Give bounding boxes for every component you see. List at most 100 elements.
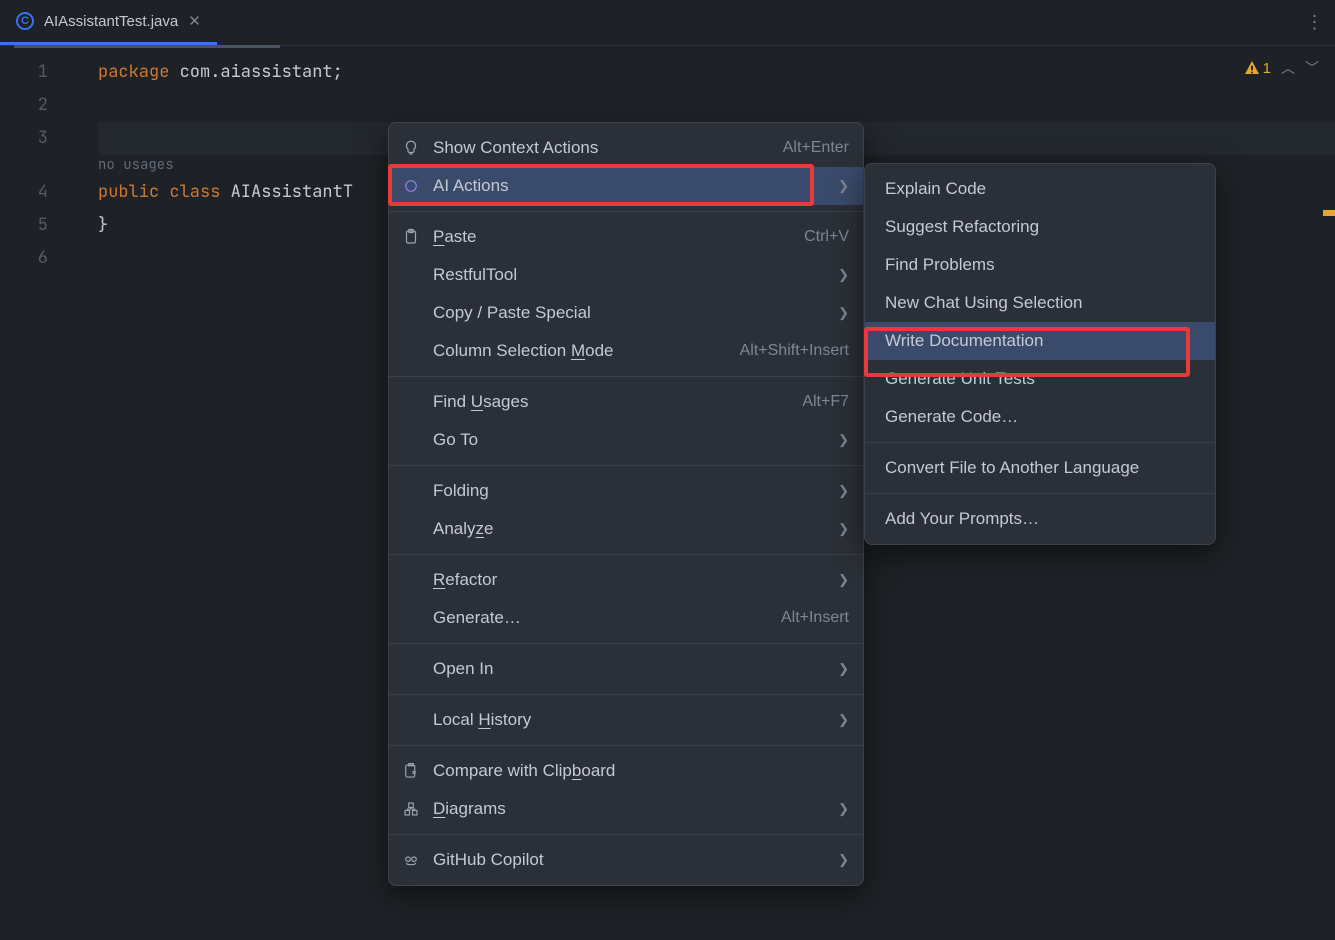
- submenu-item-add-your-prompts[interactable]: Add Your Prompts…: [865, 500, 1215, 538]
- chevron-right-icon: ❯: [838, 712, 849, 728]
- menu-item-restfultool[interactable]: RestfulTool ❯: [389, 256, 863, 294]
- chevron-right-icon: ❯: [838, 178, 849, 194]
- menu-separator: [865, 442, 1215, 443]
- menu-separator: [389, 554, 863, 555]
- menu-shortcut: Alt+Enter: [783, 139, 849, 157]
- submenu-item-label: Add Your Prompts…: [885, 509, 1201, 529]
- submenu-item-generate-code[interactable]: Generate Code…: [865, 398, 1215, 436]
- menu-shortcut: Alt+Insert: [781, 609, 849, 627]
- submenu-item-convert-file-to-another-language[interactable]: Convert File to Another Language: [865, 449, 1215, 487]
- close-icon[interactable]: ✕: [188, 12, 201, 30]
- line-number: 2: [0, 89, 98, 122]
- submenu-item-suggest-refactoring[interactable]: Suggest Refactoring: [865, 208, 1215, 246]
- menu-item-label: Go To: [433, 430, 818, 450]
- chevron-right-icon: ❯: [838, 661, 849, 677]
- submenu-item-new-chat-using-selection[interactable]: New Chat Using Selection: [865, 284, 1215, 322]
- submenu-item-generate-unit-tests[interactable]: Generate Unit Tests: [865, 360, 1215, 398]
- gutter: 1 2 3 4 5 6: [0, 46, 98, 940]
- chevron-right-icon: ❯: [838, 521, 849, 537]
- menu-item-label: Show Context Actions: [433, 138, 771, 158]
- chevron-right-icon: ❯: [838, 801, 849, 817]
- menu-separator: [865, 493, 1215, 494]
- menu-item-generate[interactable]: Generate… Alt+Insert: [389, 599, 863, 637]
- menu-separator: [389, 745, 863, 746]
- menu-item-paste[interactable]: Paste Ctrl+V: [389, 218, 863, 256]
- context-menu: Show Context Actions Alt+Enter AI Actions ❯…: [388, 122, 864, 886]
- tab-more-icon[interactable]: ⋮: [1295, 12, 1335, 33]
- paste-icon: [401, 228, 421, 246]
- submenu-item-find-problems[interactable]: Find Problems: [865, 246, 1215, 284]
- submenu-item-label: Suggest Refactoring: [885, 217, 1201, 237]
- menu-separator: [389, 465, 863, 466]
- menu-separator: [389, 211, 863, 212]
- menu-shortcut: Alt+F7: [802, 393, 849, 411]
- chevron-right-icon: ❯: [838, 483, 849, 499]
- editor-window: C AIAssistantTest.java ✕ ⋮ 1 ︿ ﹀ 1 2 3 4…: [0, 0, 1335, 940]
- diag-icon: [401, 800, 421, 818]
- menu-item-compare-with-clipboard[interactable]: Compare with Clipboard: [389, 752, 863, 790]
- submenu-item-label: New Chat Using Selection: [885, 293, 1201, 313]
- menu-item-local-history[interactable]: Local History ❯: [389, 701, 863, 739]
- menu-item-label: RestfulTool: [433, 265, 818, 285]
- menu-item-github-copilot[interactable]: GitHub Copilot ❯: [389, 841, 863, 879]
- menu-item-label: Generate…: [433, 608, 769, 628]
- ai-icon: [401, 177, 421, 195]
- menu-item-label: Find Usages: [433, 392, 790, 412]
- menu-item-copy-paste-special[interactable]: Copy / Paste Special ❯: [389, 294, 863, 332]
- tab-filename: AIAssistantTest.java: [44, 13, 178, 30]
- file-tab[interactable]: C AIAssistantTest.java ✕: [0, 0, 217, 45]
- menu-item-label: Column Selection Mode: [433, 341, 728, 361]
- menu-item-folding[interactable]: Folding ❯: [389, 472, 863, 510]
- menu-item-ai-actions[interactable]: AI Actions ❯: [389, 167, 863, 205]
- line-number: 6: [0, 242, 98, 275]
- submenu-item-label: Convert File to Another Language: [885, 458, 1201, 478]
- menu-item-show-context-actions[interactable]: Show Context Actions Alt+Enter: [389, 129, 863, 167]
- line-number: 3: [0, 122, 98, 155]
- menu-item-go-to[interactable]: Go To ❯: [389, 421, 863, 459]
- menu-item-label: Local History: [433, 710, 818, 730]
- line-number: 5: [0, 209, 98, 242]
- chevron-right-icon: ❯: [838, 572, 849, 588]
- menu-item-label: Paste: [433, 227, 792, 247]
- line-number: 4: [0, 176, 98, 209]
- menu-item-label: AI Actions: [433, 176, 818, 196]
- chevron-right-icon: ❯: [838, 305, 849, 321]
- menu-item-find-usages[interactable]: Find Usages Alt+F7: [389, 383, 863, 421]
- menu-item-open-in[interactable]: Open In ❯: [389, 650, 863, 688]
- chevron-right-icon: ❯: [838, 852, 849, 868]
- menu-item-label: Compare with Clipboard: [433, 761, 849, 781]
- submenu-item-label: Write Documentation: [885, 331, 1201, 351]
- clip-icon: [401, 762, 421, 780]
- menu-item-analyze[interactable]: Analyze ❯: [389, 510, 863, 548]
- ai-actions-submenu: Explain Code Suggest Refactoring Find Prob…: [864, 163, 1216, 545]
- menu-item-label: Open In: [433, 659, 818, 679]
- menu-separator: [389, 694, 863, 695]
- chevron-right-icon: ❯: [838, 267, 849, 283]
- menu-item-label: Refactor: [433, 570, 818, 590]
- submenu-item-explain-code[interactable]: Explain Code: [865, 170, 1215, 208]
- menu-item-label: Copy / Paste Special: [433, 303, 818, 323]
- menu-separator: [389, 376, 863, 377]
- menu-shortcut: Ctrl+V: [804, 228, 849, 246]
- menu-separator: [389, 643, 863, 644]
- submenu-item-label: Generate Code…: [885, 407, 1201, 427]
- menu-separator: [389, 834, 863, 835]
- submenu-item-label: Explain Code: [885, 179, 1201, 199]
- line-number: 1: [0, 56, 98, 89]
- submenu-item-label: Generate Unit Tests: [885, 369, 1201, 389]
- copilot-icon: [401, 851, 421, 869]
- menu-item-label: GitHub Copilot: [433, 850, 818, 870]
- menu-item-column-selection-mode[interactable]: Column Selection Mode Alt+Shift+Insert: [389, 332, 863, 370]
- submenu-item-label: Find Problems: [885, 255, 1201, 275]
- menu-item-label: Diagrams: [433, 799, 818, 819]
- submenu-item-write-documentation[interactable]: Write Documentation: [865, 322, 1215, 360]
- menu-shortcut: Alt+Shift+Insert: [740, 342, 849, 360]
- chevron-right-icon: ❯: [838, 432, 849, 448]
- class-file-icon: C: [16, 12, 34, 30]
- menu-item-label: Analyze: [433, 519, 818, 539]
- bulb-icon: [401, 139, 421, 157]
- menu-item-diagrams[interactable]: Diagrams ❯: [389, 790, 863, 828]
- menu-item-label: Folding: [433, 481, 818, 501]
- menu-item-refactor[interactable]: Refactor ❯: [389, 561, 863, 599]
- tab-bar: C AIAssistantTest.java ✕ ⋮: [0, 0, 1335, 46]
